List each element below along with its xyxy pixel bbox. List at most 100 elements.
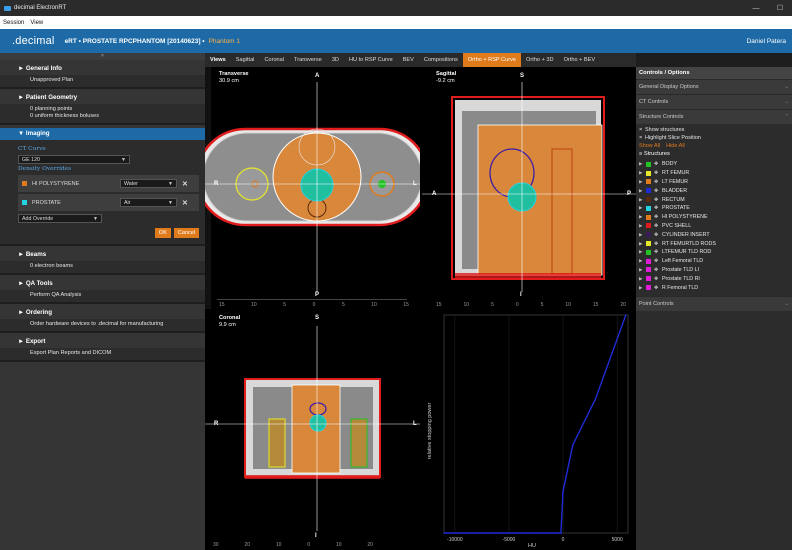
color-swatch[interactable] <box>646 223 651 229</box>
structure-row[interactable]: ▶ ✥ Prostate TLD LI <box>639 266 789 275</box>
color-swatch[interactable] <box>646 197 651 203</box>
section-ordering[interactable]: ► Ordering Order hardware devices to .de… <box>0 304 205 331</box>
expand-arrow-icon[interactable]: ▶ <box>639 241 646 247</box>
structure-row[interactable]: ▶ ✥ Prostate TLD RI <box>639 274 789 283</box>
section-general-info[interactable]: ► General Info Unapproved Plan <box>0 60 205 87</box>
tab-bev[interactable]: BEV <box>398 53 419 67</box>
expand-arrow-icon[interactable]: ▶ <box>639 161 646 167</box>
hide-all-link[interactable]: Hide All <box>666 143 685 149</box>
structure-controls[interactable]: Structure Controls ⌃ <box>636 109 792 124</box>
cancel-button[interactable]: Cancel <box>173 228 199 238</box>
visibility-icon[interactable]: ✥ <box>654 214 662 220</box>
menu-session[interactable]: Session <box>0 20 27 26</box>
structure-row[interactable]: ▶ ✥ Left Femoral TLD <box>639 257 789 266</box>
show-structures-checkbox[interactable]: × Show structures <box>639 127 789 135</box>
color-swatch[interactable] <box>646 232 651 238</box>
remove-override-icon[interactable]: ✕ <box>182 199 188 207</box>
visibility-icon[interactable]: ✥ <box>654 197 662 203</box>
structure-row[interactable]: ▶ ✥ BLADDER <box>639 186 789 195</box>
visibility-icon[interactable]: ✥ <box>654 188 662 194</box>
visibility-icon[interactable]: ✥ <box>654 232 662 238</box>
visibility-icon[interactable]: ✥ <box>654 205 662 211</box>
section-patient-geometry[interactable]: ► Patient Geometry 0 planning points 0 u… <box>0 89 205 123</box>
structure-row[interactable]: ▶ ✥ RECTUM <box>639 195 789 204</box>
structure-row[interactable]: ▶ ✥ BODY <box>639 160 789 169</box>
expand-arrow-icon[interactable]: ▶ <box>639 170 646 176</box>
expand-arrow-icon[interactable]: ▶ <box>639 267 646 273</box>
tab-transverse[interactable]: Transverse <box>289 53 327 67</box>
expand-arrow-icon[interactable]: ▶ <box>639 258 646 264</box>
sagittal-pane[interactable]: Sagittal -9.2 cm S I A P 15 10 5 0 5 10 15 20 <box>422 67 636 309</box>
visibility-icon[interactable]: ✥ <box>654 276 662 282</box>
expand-arrow-icon[interactable]: ▶ <box>639 197 646 203</box>
tab-hu-to-rsp-curve[interactable]: HU to RSP Curve <box>344 53 398 67</box>
section-imaging[interactable]: ▼ Imaging CT Curve GE 120 ▼ Density Overr… <box>0 128 205 244</box>
general-display-options[interactable]: General Display Options ⌄ <box>636 79 792 94</box>
structure-row[interactable]: ▶ ✥ LTFEMUR TLD ROD <box>639 248 789 257</box>
tab-compositions[interactable]: Compositions <box>419 53 463 67</box>
expand-arrow-icon[interactable]: ▶ <box>639 249 646 255</box>
structure-row[interactable]: ▶ ✥ HI POLYSTYRENE <box>639 213 789 222</box>
coronal-pane[interactable]: Coronal 9.9 cm S I R L 30 20 10 0 10 20 <box>205 311 420 550</box>
visibility-icon[interactable]: ✥ <box>654 161 662 167</box>
visibility-icon[interactable]: ✥ <box>654 258 662 264</box>
expand-arrow-icon[interactable]: ▶ <box>639 214 646 220</box>
minimize-button[interactable]: — <box>744 0 768 16</box>
sidebar-collapse-handle[interactable]: ▼ <box>0 53 205 60</box>
section-beams[interactable]: ► Beams 0 electron beams <box>0 246 205 273</box>
structure-row[interactable]: ▶ ✥ RT FEMURTLD RODS <box>639 239 789 248</box>
transverse-pane[interactable]: Transverse 30.9 cm A P R L 15 10 5 0 5 10 15 <box>205 67 420 309</box>
user-name[interactable]: Daniel Patera <box>747 38 786 45</box>
ct-controls[interactable]: CT Controls ⌄ <box>636 94 792 109</box>
visibility-icon[interactable]: ✥ <box>654 249 662 255</box>
color-swatch[interactable] <box>646 285 651 291</box>
menu-view[interactable]: View <box>27 20 46 26</box>
structure-row[interactable]: ▶ ✥ RT FEMUR <box>639 169 789 178</box>
tab-views[interactable]: Views <box>205 53 231 67</box>
ct-curve-select[interactable]: GE 120 ▼ <box>18 155 130 164</box>
visibility-icon[interactable]: ✥ <box>654 170 662 176</box>
structure-row[interactable]: ▶ ✥ R Femoral TLD <box>639 283 789 292</box>
rsp-curve-pane[interactable]: -10000 -5000 0 5000 HU relative stopping po… <box>422 311 636 550</box>
color-swatch[interactable] <box>646 249 651 255</box>
tab-ortho-3d[interactable]: Ortho + 3D <box>521 53 559 67</box>
tab-ortho-bev[interactable]: Ortho + BEV <box>559 53 601 67</box>
expand-arrow-icon[interactable]: ▶ <box>639 188 646 194</box>
expand-arrow-icon[interactable]: ▶ <box>639 205 646 211</box>
structure-row[interactable]: ▶ ✥ CYLINDER INSERT <box>639 230 789 239</box>
visibility-icon[interactable]: ✥ <box>654 267 662 273</box>
color-swatch[interactable] <box>646 267 651 273</box>
breadcrumb-phantom[interactable]: Phantom 1 <box>209 38 240 45</box>
structure-row[interactable]: ▶ ✥ PVC SHELL <box>639 222 789 231</box>
expand-arrow-icon[interactable]: ▶ <box>639 223 646 229</box>
override-material-select[interactable]: Water ▼ <box>120 179 177 188</box>
visibility-icon[interactable]: ✥ <box>654 223 662 229</box>
section-export[interactable]: ► Export Export Plan Reports and DICOM <box>0 333 205 360</box>
tab-ortho-rsp-curve[interactable]: Ortho + RSP Curve <box>462 53 522 67</box>
tab-coronal[interactable]: Coronal <box>259 53 289 67</box>
maximize-button[interactable]: ☐ <box>768 0 792 16</box>
color-swatch[interactable] <box>646 170 651 176</box>
expand-arrow-icon[interactable]: ▶ <box>639 179 646 185</box>
color-swatch[interactable] <box>646 205 651 211</box>
expand-arrow-icon[interactable]: ▶ <box>639 285 646 291</box>
structure-row[interactable]: ▶ ✥ LT FEMUR <box>639 178 789 187</box>
color-swatch[interactable] <box>646 161 651 167</box>
visibility-icon[interactable]: ✥ <box>654 179 662 185</box>
color-swatch[interactable] <box>646 241 651 247</box>
section-qa-tools[interactable]: ► QA Tools Perform QA Analysis <box>0 275 205 302</box>
tab-sagittal[interactable]: Sagittal <box>231 53 260 67</box>
ok-button[interactable]: OK <box>154 228 171 238</box>
expand-arrow-icon[interactable]: ▶ <box>639 232 646 238</box>
override-material-select[interactable]: Air ▼ <box>120 198 177 207</box>
show-all-link[interactable]: Show All <box>639 143 660 149</box>
color-swatch[interactable] <box>646 214 651 220</box>
visibility-icon[interactable]: ✥ <box>654 241 662 247</box>
color-swatch[interactable] <box>646 179 651 185</box>
highlight-slice-checkbox[interactable]: × Highlight Slice Position <box>639 135 789 143</box>
color-swatch[interactable] <box>646 258 651 264</box>
color-swatch[interactable] <box>646 276 651 282</box>
structure-row[interactable]: ▶ ✥ PROSTATE <box>639 204 789 213</box>
add-override-select[interactable]: Add Override ▼ <box>18 214 102 223</box>
expand-arrow-icon[interactable]: ▶ <box>639 276 646 282</box>
